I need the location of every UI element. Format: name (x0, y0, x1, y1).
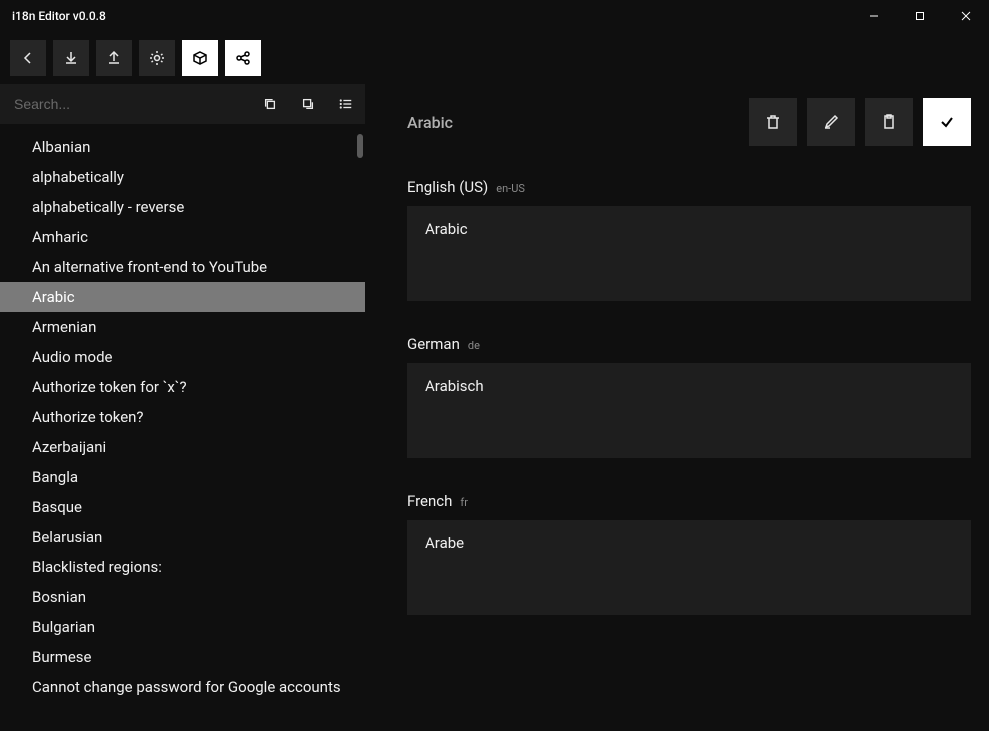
window-controls (851, 0, 989, 32)
translation-lang: English (US) (407, 178, 488, 196)
list-item[interactable]: An alternative front-end to YouTube (0, 252, 365, 282)
translation-code: de (468, 339, 480, 352)
translation-block: English (US) en-US (407, 178, 971, 305)
content-actions (749, 98, 971, 146)
stack-icon (301, 97, 315, 111)
delete-button[interactable] (749, 98, 797, 146)
trash-icon (764, 113, 782, 131)
titlebar: i18n Editor v0.0.8 (0, 0, 989, 32)
window-title: i18n Editor v0.0.8 (12, 9, 106, 23)
list-item[interactable]: Blacklisted regions: (0, 552, 365, 582)
chevron-left-icon (20, 50, 36, 66)
sidebar: AfrikaansAlbanianalphabeticallyalphabeti… (0, 84, 365, 731)
scrollbar-thumb[interactable] (357, 134, 363, 158)
confirm-button[interactable] (923, 98, 971, 146)
translation-textarea[interactable] (407, 206, 971, 301)
clipboard-button[interactable] (865, 98, 913, 146)
close-icon (960, 10, 972, 22)
list-item[interactable]: alphabetically - reverse (0, 192, 365, 222)
list-item[interactable]: Audio mode (0, 342, 365, 372)
translation-header: English (US) en-US (407, 178, 971, 196)
list-button[interactable] (327, 84, 365, 124)
list-item[interactable]: Bosnian (0, 582, 365, 612)
search-input[interactable] (0, 84, 251, 124)
list-item[interactable]: Cannot change password for Google accoun… (0, 672, 365, 702)
translation-code: en-US (496, 182, 525, 195)
list-item[interactable]: Authorize token for `x`? (0, 372, 365, 402)
content-title: Arabic (407, 113, 453, 132)
import-button[interactable] (53, 40, 89, 76)
stack-button[interactable] (289, 84, 327, 124)
edit-button[interactable] (807, 98, 855, 146)
upload-icon (106, 50, 122, 66)
list-item[interactable]: Belarusian (0, 522, 365, 552)
toolbar (0, 32, 989, 84)
list-item[interactable]: Amharic (0, 222, 365, 252)
share-button[interactable] (225, 40, 261, 76)
check-icon (938, 113, 956, 131)
list-item[interactable]: Albanian (0, 132, 365, 162)
box-icon (192, 50, 208, 66)
minimize-button[interactable] (851, 0, 897, 32)
key-list: AfrikaansAlbanianalphabeticallyalphabeti… (0, 124, 365, 702)
list-container: AfrikaansAlbanianalphabeticallyalphabeti… (0, 124, 365, 731)
settings-button[interactable] (139, 40, 175, 76)
download-icon (63, 50, 79, 66)
translation-lang: French (407, 492, 452, 510)
list-item[interactable]: Bulgarian (0, 612, 365, 642)
gear-icon (149, 50, 165, 66)
translations-container: English (US) en-US German de French fr (407, 178, 971, 619)
translation-header: German de (407, 335, 971, 353)
close-button[interactable] (943, 0, 989, 32)
content-panel: Arabic English (US) en-US German de French fr (365, 84, 989, 731)
back-button[interactable] (10, 40, 46, 76)
clipboard-icon (880, 113, 898, 131)
list-item[interactable]: Armenian (0, 312, 365, 342)
translation-textarea[interactable] (407, 520, 971, 615)
list-item[interactable]: Authorize token? (0, 402, 365, 432)
list-item[interactable]: Bangla (0, 462, 365, 492)
maximize-icon (914, 10, 926, 22)
maximize-button[interactable] (897, 0, 943, 32)
list-item[interactable]: Basque (0, 492, 365, 522)
translation-header: French fr (407, 492, 971, 510)
copy-icon (263, 97, 277, 111)
list-item[interactable]: Azerbaijani (0, 432, 365, 462)
package-button[interactable] (182, 40, 218, 76)
export-button[interactable] (96, 40, 132, 76)
minimize-icon (868, 10, 880, 22)
list-item[interactable]: Burmese (0, 642, 365, 672)
content-header: Arabic (407, 84, 971, 160)
search-row (0, 84, 365, 124)
translation-code: fr (460, 496, 468, 509)
list-item[interactable]: Afrikaans (0, 124, 365, 132)
translation-textarea[interactable] (407, 363, 971, 458)
translation-lang: German (407, 335, 460, 353)
list-item[interactable]: Arabic (0, 282, 365, 312)
share-icon (235, 50, 251, 66)
edit-icon (822, 113, 840, 131)
translation-block: German de (407, 335, 971, 462)
list-icon (339, 97, 353, 111)
copy-button[interactable] (251, 84, 289, 124)
translation-block: French fr (407, 492, 971, 619)
main-layout: AfrikaansAlbanianalphabeticallyalphabeti… (0, 84, 989, 731)
list-item[interactable]: alphabetically (0, 162, 365, 192)
